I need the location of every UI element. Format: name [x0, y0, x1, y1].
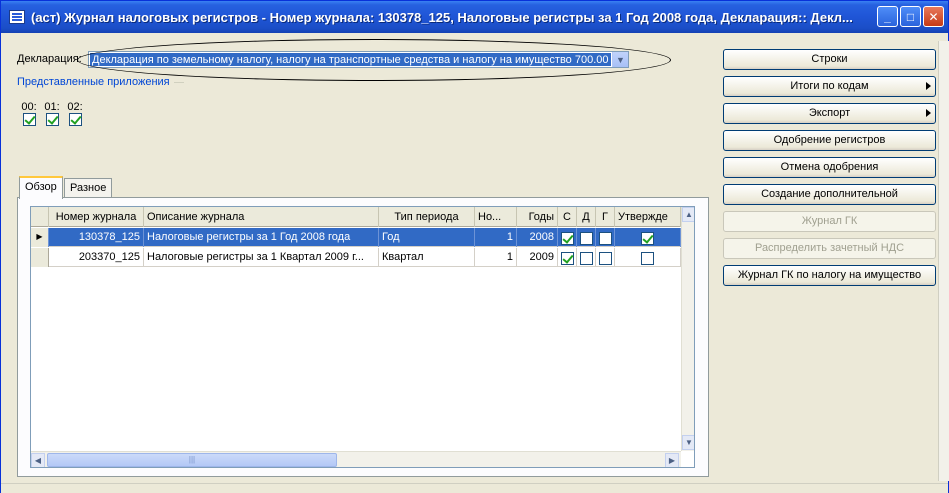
declaration-select[interactable]: Декларация по земельному налогу, налогу … [88, 51, 629, 68]
submenu-arrow-icon [926, 109, 931, 117]
journal-grid: Номер журнала Описание журнала Тип перио… [30, 206, 695, 468]
horizontal-scrollbar[interactable]: ◀ ||| ▶ [31, 451, 681, 467]
scroll-left-icon[interactable]: ◀ [31, 453, 45, 467]
approved-checkbox[interactable] [641, 251, 654, 265]
appendix-02: 02: [65, 101, 85, 126]
appendix-label: 02: [67, 101, 83, 113]
tab-overview[interactable]: Обзор [19, 176, 63, 199]
g-checkbox[interactable] [598, 251, 612, 265]
col-c[interactable]: С [558, 207, 577, 227]
title-bar[interactable]: (аст) Журнал налоговых регистров - Номер… [1, 1, 948, 33]
cell-journal-number[interactable]: 203370_125 [49, 248, 144, 267]
declaration-label: Декларация: [17, 53, 82, 65]
window-title: (аст) Журнал налоговых регистров - Номер… [31, 9, 853, 25]
main-window: (аст) Журнал налоговых регистров - Номер… [0, 0, 949, 493]
form-bottom-edge [1, 483, 948, 493]
g-checkbox[interactable] [598, 231, 612, 245]
appendix-02-checkbox[interactable] [68, 113, 82, 126]
col-d[interactable]: Д [577, 207, 596, 227]
minimize-button[interactable]: _ [877, 6, 898, 27]
cell-journal-description[interactable]: Налоговые регистры за 1 Квартал 2009 г..… [144, 248, 379, 267]
cell-d[interactable] [577, 248, 596, 267]
table-row[interactable]: 203370_125 Налоговые регистры за 1 Кварт… [31, 248, 681, 267]
col-journal-number[interactable]: Номер журнала [49, 207, 144, 227]
grid-header: Номер журнала Описание журнала Тип перио… [31, 207, 681, 227]
c-checkbox[interactable] [560, 251, 574, 265]
gl-journal-button[interactable]: Журнал ГК [723, 211, 936, 232]
appendix-label: 00: [21, 101, 37, 113]
cell-approved[interactable] [615, 248, 681, 267]
table-row[interactable]: ▶ 130378_125 Налоговые регистры за 1 Год… [31, 228, 681, 247]
col-g[interactable]: Г [596, 207, 615, 227]
appendix-00: 00: [19, 101, 39, 126]
appendix-01: 01: [42, 101, 62, 126]
cell-number[interactable]: 1 [475, 228, 517, 247]
submenu-arrow-icon [926, 82, 931, 90]
d-checkbox[interactable] [579, 231, 593, 245]
appendix-label: 01: [44, 101, 60, 113]
cell-g[interactable] [596, 228, 615, 247]
c-checkbox[interactable] [560, 231, 574, 245]
vertical-scrollbar[interactable]: ▲ ▼ [681, 207, 694, 451]
approved-checkbox[interactable] [641, 231, 654, 245]
cell-d[interactable] [577, 228, 596, 247]
export-label: Экспорт [808, 107, 851, 119]
legend-line [174, 82, 184, 83]
gl-property-tax-button[interactable]: Журнал ГК по налогу на имущество [723, 265, 936, 286]
approve-registers-button[interactable]: Одобрение регистров [723, 130, 936, 151]
cell-g[interactable] [596, 248, 615, 267]
col-period-type[interactable]: Тип периода [379, 207, 475, 227]
form-vertical-scrollbar[interactable] [938, 41, 949, 481]
appendix-00-checkbox[interactable] [22, 113, 36, 126]
scroll-up-icon[interactable]: ▲ [682, 207, 694, 222]
cell-journal-description[interactable]: Налоговые регистры за 1 Год 2008 года [144, 228, 379, 247]
maximize-button[interactable]: □ [900, 6, 921, 27]
col-years[interactable]: Годы [517, 207, 558, 227]
d-checkbox[interactable] [579, 251, 593, 265]
header-selector [31, 207, 49, 227]
cancel-approval-button[interactable]: Отмена одобрения [723, 157, 936, 178]
close-button[interactable]: ✕ [923, 6, 944, 27]
appendix-01-checkbox[interactable] [45, 113, 59, 126]
appendices-legend: Представленные приложения [17, 76, 170, 88]
scroll-right-icon[interactable]: ▶ [665, 453, 679, 467]
col-approved[interactable]: Утвержде [615, 207, 681, 227]
cell-period-type[interactable]: Год [379, 228, 475, 247]
row-selector-icon[interactable]: ▶ [31, 228, 49, 247]
cell-c[interactable] [558, 228, 577, 247]
cell-c[interactable] [558, 248, 577, 267]
chevron-down-icon[interactable]: ▼ [612, 52, 628, 67]
cell-approved[interactable] [615, 228, 681, 247]
col-number[interactable]: Но... [475, 207, 517, 227]
totals-by-codes-button[interactable]: Итоги по кодам [723, 76, 936, 97]
rows-button[interactable]: Строки [723, 49, 936, 70]
row-selector-icon[interactable] [31, 248, 49, 267]
scroll-down-icon[interactable]: ▼ [682, 435, 694, 450]
cell-number[interactable]: 1 [475, 248, 517, 267]
cell-year[interactable]: 2009 [517, 248, 558, 267]
cell-journal-number[interactable]: 130378_125 [49, 228, 144, 247]
create-additional-button[interactable]: Создание дополнительной [723, 184, 936, 205]
totals-by-codes-label: Итоги по кодам [790, 80, 869, 92]
distribute-vat-button[interactable]: Распределить зачетный НДС [723, 238, 936, 259]
declaration-value[interactable]: Декларация по земельному налогу, налогу … [90, 53, 611, 66]
col-journal-description[interactable]: Описание журнала [144, 207, 379, 227]
form-icon [9, 10, 25, 24]
tab-misc[interactable]: Разное [64, 178, 113, 198]
scroll-thumb[interactable]: ||| [47, 453, 337, 467]
cell-year[interactable]: 2008 [517, 228, 558, 247]
cell-period-type[interactable]: Квартал [379, 248, 475, 267]
export-button[interactable]: Экспорт [723, 103, 936, 124]
